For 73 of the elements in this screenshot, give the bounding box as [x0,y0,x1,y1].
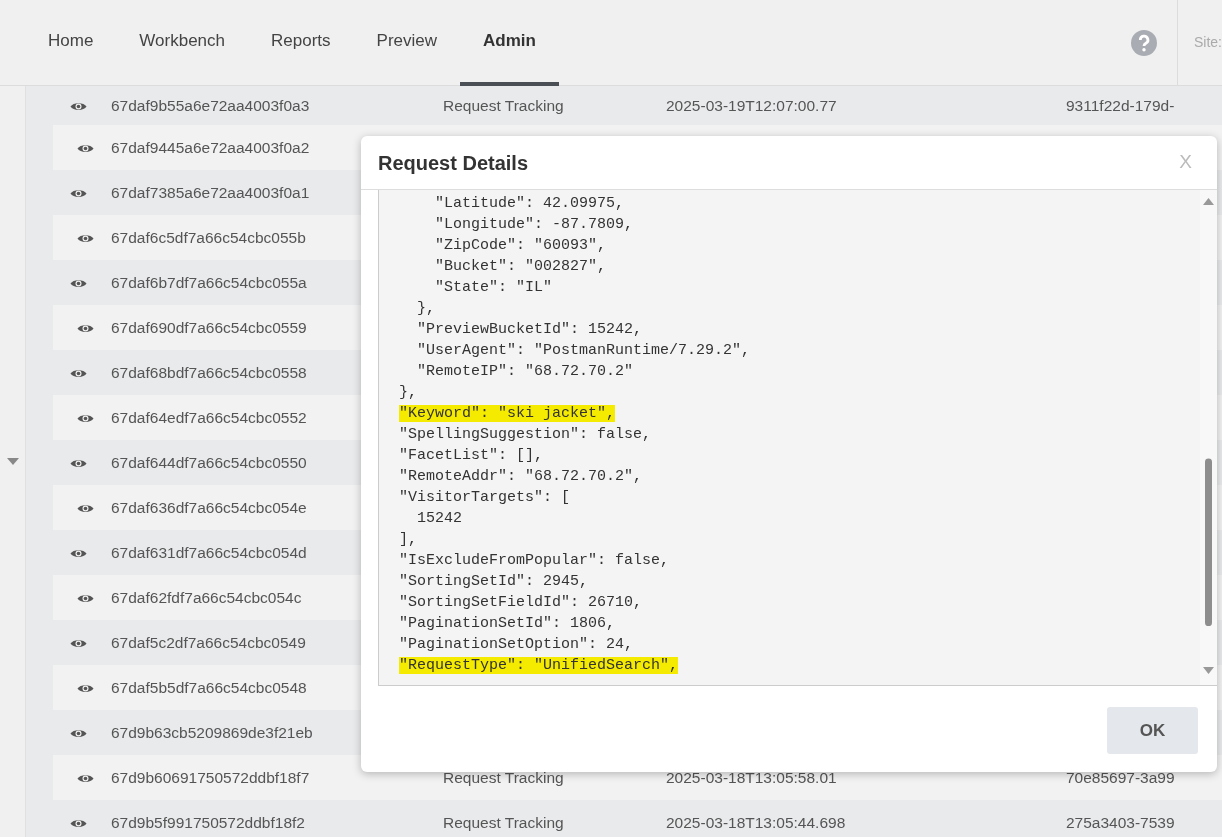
dialog-title: Request Details [378,150,529,176]
id-cell: 67daf9445a6e72aa4003f0a2 [111,138,310,156]
guid-cell-text: 9311f22d-179d- [1066,95,1175,116]
nav-tab[interactable]: Workbench [116,0,249,86]
eye-icon[interactable] [70,100,87,112]
id-cell: 67daf9b55a6e72aa4003f0a3 [111,96,310,114]
eye-icon[interactable] [70,817,87,829]
guid-cell-text: 275a3403-7539 [1066,812,1175,833]
code-line: "State": "IL" [434,278,554,298]
code-line: }, [398,383,419,403]
nav-tab[interactable]: Home [25,0,117,86]
eye-icon[interactable] [77,682,94,694]
guid-cell-text: 70e85697-3a99 [1066,767,1175,788]
code-line: "IsExcludeFromPopular": false, [398,551,671,571]
site-label: Site: [1194,33,1222,52]
id-cell: 67daf6c5df7a66c54cbc055b [111,228,306,246]
id-cell: 67d9b63cb5209869de3f21eb [111,723,313,741]
eye-icon[interactable] [77,142,94,154]
type-cell-text: Request Tracking [443,95,565,116]
code-line: "RemoteIP": "68.72.70.2" [416,362,635,382]
scrollbar[interactable] [1200,190,1217,685]
code-line: "SortingSetId": 2945, [398,572,590,592]
eye-icon[interactable] [70,277,87,289]
type-cell-text: Request Tracking [443,812,565,833]
code-line: ], [398,530,419,550]
id-cell: 67daf690df7a66c54cbc0559 [111,318,307,336]
code-line: "FacetList": [], [398,446,545,466]
id-cell: 67daf5c2df7a66c54cbc0549 [111,633,306,651]
ok-button[interactable]: OK [1107,707,1198,754]
code-line: "UserAgent": "PostmanRuntime/7.29.2", [416,341,752,361]
eye-icon[interactable] [70,727,87,739]
nav-tab[interactable]: Reports [248,0,354,86]
code-line: "PaginationSetOption": 24, [398,635,635,655]
nav-tab[interactable]: Preview [353,0,461,86]
code-line: 15242 [416,509,464,529]
eye-icon[interactable] [77,412,94,424]
type-cell-text: Request Tracking [443,767,565,788]
eye-icon[interactable] [77,322,94,334]
id-cell: 67d9b5f991750572ddbf18f2 [111,813,305,831]
eye-icon[interactable] [70,547,87,559]
id-cell: 67daf68bdf7a66c54cbc0558 [111,363,307,381]
id-cell: 67daf5b5df7a66c54cbc0548 [111,678,307,696]
timestamp-cell-text: 2025-03-18T13:05:58.01 [666,767,838,788]
id-cell: 67daf6b7df7a66c54cbc055a [111,273,307,291]
eye-icon[interactable] [70,187,87,199]
id-cell: 67daf7385a6e72aa4003f0a1 [111,183,310,201]
code-line: "Latitude": 42.09975, [434,194,626,214]
timestamp-cell-text: 2025-03-18T13:05:44.698 [666,812,847,833]
eye-icon[interactable] [77,592,94,604]
caret-icon[interactable] [6,458,19,465]
id-cell: 67daf636df7a66c54cbc054e [111,498,307,516]
id-cell: 67daf631df7a66c54cbc054d [111,543,307,561]
id-cell: 67d9b60691750572ddbf18f7 [111,768,310,786]
eye-icon[interactable] [70,457,87,469]
code-line: "RemoteAddr": "68.72.70.2", [398,467,644,487]
code-line: "VisitorTargets": [ [398,488,572,508]
code-line: "PaginationSetId": 1806, [398,614,617,634]
code-line: "ZipCode": "60093", [434,236,608,256]
code-line: "SpellingSuggestion": false, [398,425,653,445]
id-cell: 67daf644df7a66c54cbc0550 [111,453,307,471]
code-line: "Longitude": -87.7809, [434,215,635,235]
id-cell: 67daf62fdf7a66c54cbc054c [111,588,302,606]
code-line: "SortingSetFieldId": 26710, [398,593,644,613]
eye-icon[interactable] [77,232,94,244]
code-line: }, [416,299,437,319]
code-line: "PreviewBucketId": 15242, [416,320,644,340]
eye-icon[interactable] [77,772,94,784]
code-line: "Bucket": "002827", [434,257,608,277]
id-cell: 67daf64edf7a66c54cbc0552 [111,408,307,426]
eye-icon[interactable] [77,502,94,514]
timestamp-cell-text: 2025-03-19T12:07:00.77 [666,95,838,116]
eye-icon[interactable] [70,637,87,649]
eye-icon[interactable] [70,367,87,379]
